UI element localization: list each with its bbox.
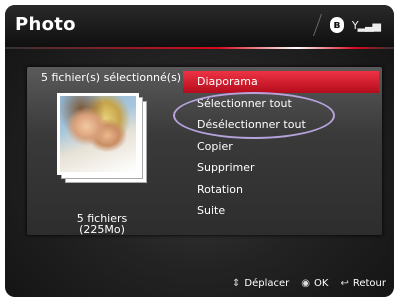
page-title: Photo xyxy=(15,14,76,35)
files-size: (225Mo) xyxy=(79,223,125,236)
bluetooth-icon: ʙ xyxy=(329,17,344,33)
hint-ok: ◉ OK xyxy=(301,278,328,289)
menu-item-diaporama[interactable]: Diaporama xyxy=(183,71,379,93)
hint-move: ⇕ Déplacer xyxy=(232,278,289,289)
header-divider xyxy=(5,47,394,49)
hint-back-label: Retour xyxy=(352,278,386,289)
divider xyxy=(312,14,322,36)
hint-ok-label: OK xyxy=(314,278,329,289)
bottom-bar: ⇕ Déplacer ◉ OK ↩ Retour xyxy=(5,257,394,297)
photo-thumbnail-stack xyxy=(57,93,149,183)
hint-move-label: Déplacer xyxy=(244,278,290,289)
return-icon: ↩ xyxy=(340,278,349,289)
menu-item-more[interactable]: Suite xyxy=(183,200,379,222)
menu-item-copy[interactable]: Copier xyxy=(183,136,379,158)
photo-thumbnail xyxy=(57,93,139,175)
menu-item-delete[interactable]: Supprimer xyxy=(183,157,379,179)
key-hints: ⇕ Déplacer ◉ OK ↩ Retour xyxy=(232,278,386,289)
hint-back: ↩ Retour xyxy=(340,278,386,289)
top-bar: Photo ʙ Y▂▃▅ xyxy=(5,5,394,49)
menu-item-rotation[interactable]: Rotation xyxy=(183,179,379,201)
highlight-annotation xyxy=(173,92,335,139)
up-down-arrows-icon: ⇕ xyxy=(232,278,241,289)
ok-button-icon: ◉ xyxy=(301,278,311,289)
status-icons: ʙ Y▂▃▅ xyxy=(312,14,381,36)
selection-count: 5 fichier(s) sélectionné(s) xyxy=(41,71,182,84)
signal-icon: Y▂▃▅ xyxy=(351,18,381,32)
files-info: 5 fichiers (225Mo) xyxy=(57,213,147,235)
options-panel: 5 fichier(s) sélectionné(s) 5 fichiers (… xyxy=(27,67,382,235)
tv-screen: Photo ʙ Y▂▃▅ 5 fichier(s) sélectionné(s)… xyxy=(5,5,394,297)
